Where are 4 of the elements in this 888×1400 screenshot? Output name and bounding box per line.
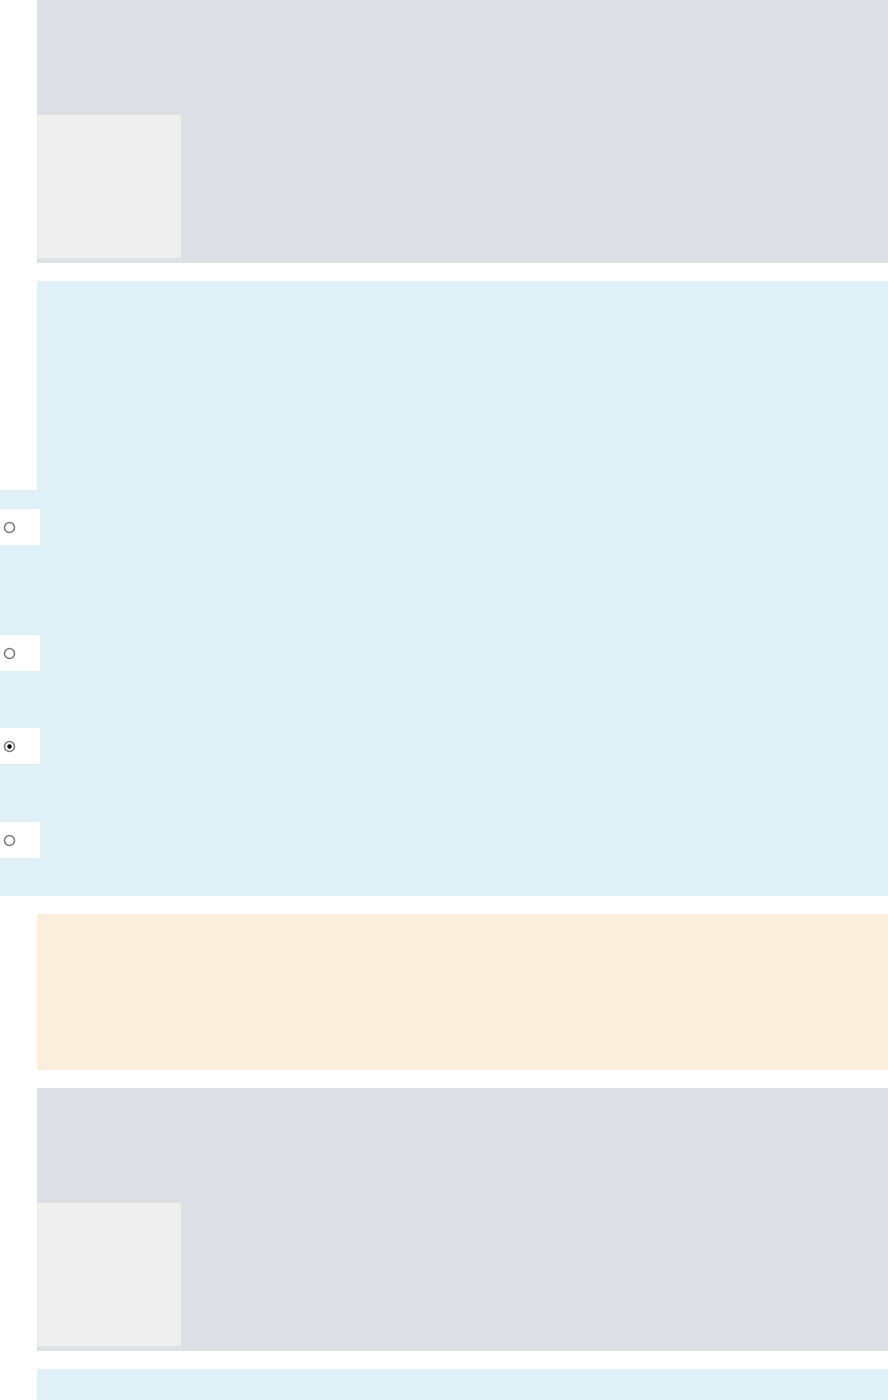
radio-button[interactable] xyxy=(3,739,16,753)
radio-button[interactable] xyxy=(3,646,16,660)
radio-button[interactable] xyxy=(3,520,16,534)
radio-button[interactable] xyxy=(3,833,16,847)
